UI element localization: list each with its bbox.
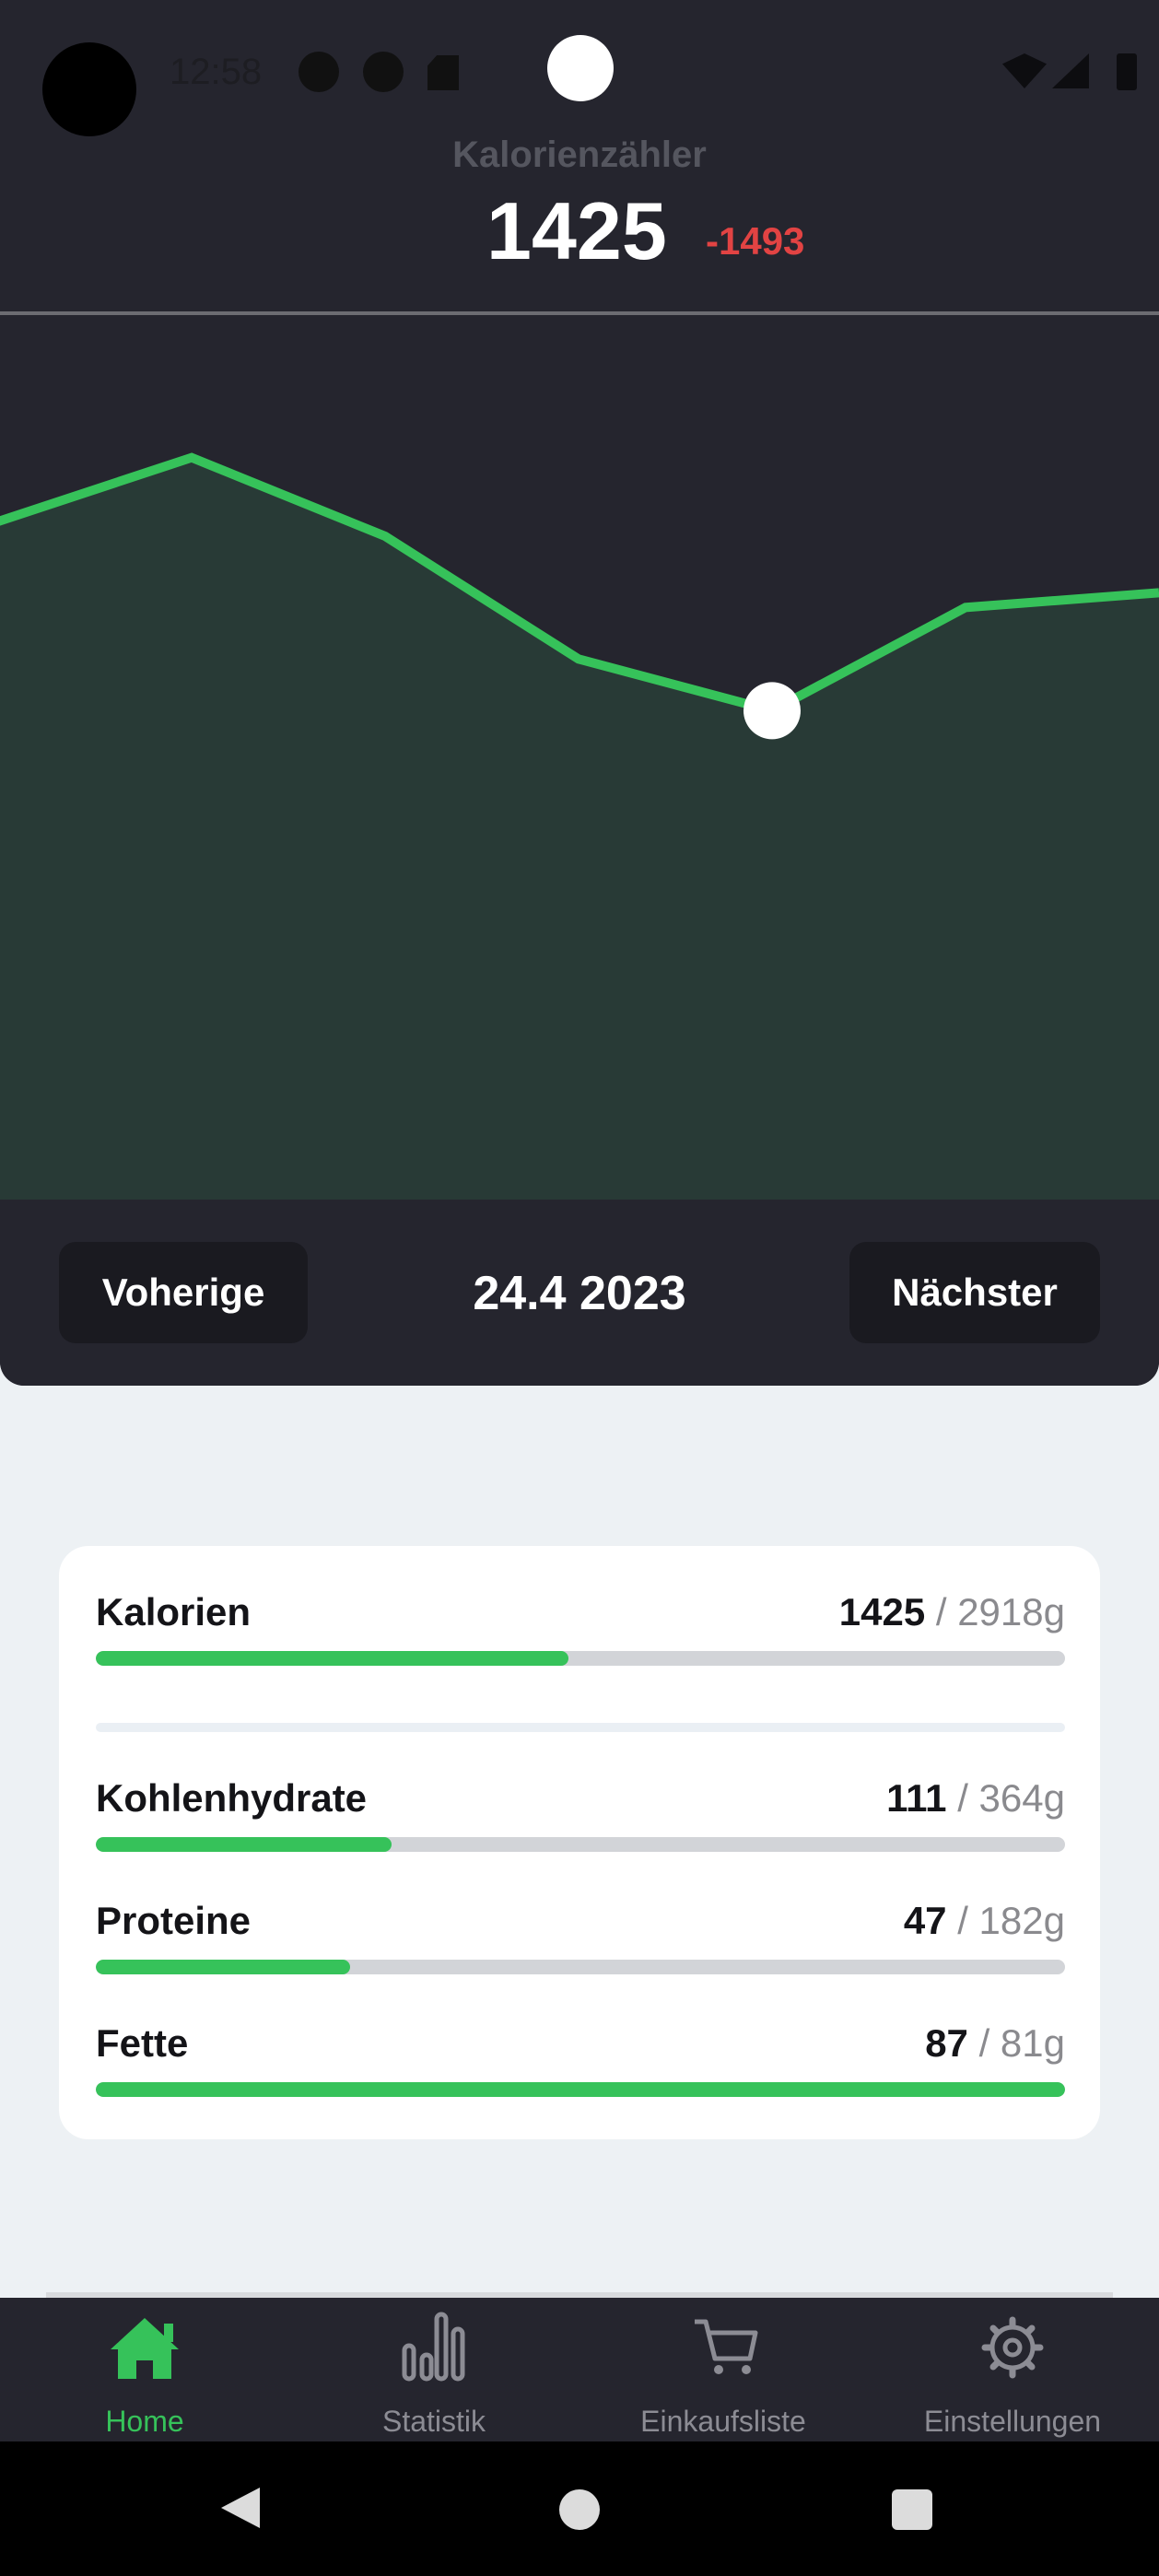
app-notification-icon — [363, 52, 404, 92]
macro-label: Kohlenhydrate — [96, 1776, 368, 1820]
calories-value: 1425 / 2918g — [838, 1590, 1065, 1633]
calorie-difference: -1493 — [706, 219, 805, 263]
tab-label: Statistik — [381, 2405, 486, 2438]
bar-chart-icon — [402, 2312, 465, 2382]
macro-value: 47 / 182g — [903, 1899, 1065, 1942]
cart-icon — [695, 2319, 758, 2374]
calories-progress-fill — [96, 1651, 569, 1666]
macro-value: 87 / 81g — [925, 2021, 1065, 2065]
day-navigation: Voherige 24.4 2023 Nächster — [0, 1200, 1159, 1386]
app-title: Kalorienzähler — [452, 135, 707, 175]
chart-area-fill — [0, 457, 1159, 1200]
calories-progress-bar — [96, 1651, 1065, 1666]
macro-label: Fette — [96, 2021, 189, 2065]
status-bar: 12:58 — [0, 0, 1159, 138]
macro-progress-fill — [96, 2082, 1065, 2097]
back-icon[interactable] — [221, 2488, 260, 2528]
tab-label: Einstellungen — [923, 2405, 1102, 2438]
macro-progress-fill — [96, 1837, 392, 1852]
selected-day-point[interactable] — [743, 682, 801, 740]
recents-icon[interactable] — [892, 2489, 932, 2530]
status-time: 12:58 — [170, 52, 263, 92]
tab-label: Home — [105, 2405, 184, 2438]
header-panel: 12:58 Kalorienzähler 1425 -1493 Voherige… — [0, 0, 1159, 1386]
gear-icon — [981, 2316, 1044, 2379]
macro-progress-bar — [96, 1960, 1065, 1974]
sd-card-icon — [427, 55, 459, 90]
calorie-chart[interactable] — [0, 315, 1159, 1200]
tab-einstellungen[interactable]: Einstellungen — [868, 2298, 1157, 2441]
macro-value: 111 / 364g — [886, 1776, 1065, 1820]
cell-signal-icon — [1052, 53, 1089, 88]
tab-home[interactable]: Home — [0, 2298, 289, 2441]
bottom-navigation: Home Statistik Einkaufsliste Einstellung… — [0, 2292, 1159, 2441]
macro-progress-bar — [96, 1837, 1065, 1852]
tab-einkaufsliste[interactable]: Einkaufsliste — [579, 2298, 868, 2441]
system-navigation-bar — [0, 2441, 1159, 2576]
camera-cutout — [42, 42, 136, 136]
app-notification-icon — [299, 52, 339, 92]
home-circle-icon[interactable] — [559, 2489, 600, 2530]
tab-label: Einkaufsliste — [640, 2405, 806, 2438]
section-divider — [96, 1723, 1065, 1732]
macro-label: Proteine — [96, 1899, 252, 1942]
home-icon — [111, 2318, 179, 2379]
nutrition-summary-card: Kalorien 1425 / 2918g Kohlenhydrate 111 … — [59, 1546, 1100, 2139]
tab-statistik[interactable]: Statistik — [289, 2298, 579, 2441]
macro-progress-fill — [96, 1960, 350, 1974]
next-day-button[interactable]: Nächster — [849, 1242, 1100, 1343]
front-camera — [547, 35, 614, 101]
calories-today: 1425 — [486, 185, 667, 276]
battery-icon — [1117, 53, 1137, 90]
wifi-icon — [1002, 53, 1047, 88]
calories-label: Kalorien — [96, 1590, 252, 1633]
macro-progress-bar — [96, 2082, 1065, 2097]
